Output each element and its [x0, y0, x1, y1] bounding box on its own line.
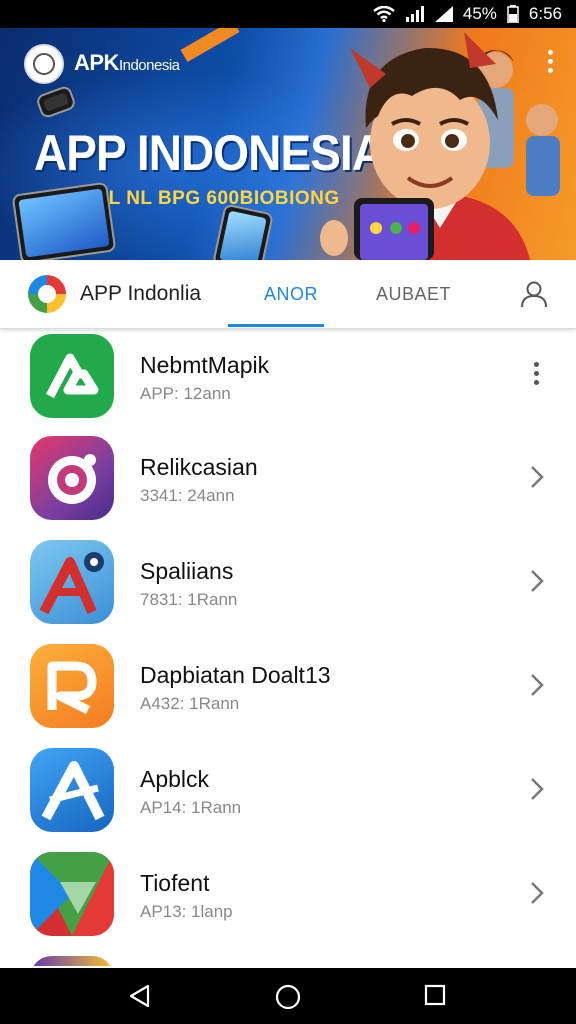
- home-icon[interactable]: [275, 984, 301, 1010]
- app-subtitle: 3341: 24ann: [140, 486, 235, 505]
- brand-logo-icon: [24, 44, 64, 84]
- status-bar: 45% 6:56: [0, 0, 576, 28]
- chevron-right-icon[interactable]: [528, 776, 546, 802]
- brand-name: APK: [74, 50, 119, 75]
- battery-percent: 45%: [462, 4, 497, 23]
- tab-bar: APP Indonlia ANOR AUBAET: [0, 260, 576, 329]
- list-item[interactable]: Tiofent AP13: 1lanp: [0, 850, 576, 954]
- cartoon-character-illustration: [320, 32, 560, 260]
- r-logo-icon: [30, 644, 114, 728]
- app-subtitle: APP: 12ann: [140, 384, 231, 403]
- app-title: Apblck: [140, 766, 210, 792]
- app-logo-icon: [28, 275, 66, 313]
- battery-icon: [507, 5, 519, 23]
- orange-stripe: [180, 28, 240, 63]
- app-title: Dapbiatan Doalt13: [140, 662, 331, 688]
- clock: 6:56: [528, 4, 562, 23]
- map-pin-a-icon: [30, 540, 114, 624]
- banner-brand: APKIndonesia: [74, 50, 180, 76]
- more-vert-icon[interactable]: [534, 362, 539, 389]
- phone-illustration: [11, 181, 117, 260]
- green-arrow-icon: [30, 334, 114, 418]
- app-title: Relikcasian: [140, 454, 258, 480]
- app-subtitle: A432: 1Rann: [140, 694, 240, 713]
- chevron-right-icon[interactable]: [528, 568, 546, 594]
- app-name: APP Indonlia: [80, 282, 202, 305]
- target-icon: [30, 436, 114, 520]
- app-title: NebmtMapik: [140, 352, 270, 378]
- play-triangle-icon: [30, 852, 114, 936]
- list-item-partial[interactable]: [0, 954, 576, 966]
- list-item[interactable]: Spaliians 7831: 1Rann: [0, 538, 576, 642]
- tab-aubaet[interactable]: AUBAET: [376, 284, 451, 305]
- system-nav-bar: [0, 968, 576, 1024]
- signal-icon-2: [434, 6, 453, 22]
- profile-icon[interactable]: [520, 280, 548, 308]
- blue-a-icon: [30, 748, 114, 832]
- app-title: Spaliians: [140, 558, 234, 584]
- app-subtitle: AP13: 1lanp: [140, 902, 233, 921]
- chevron-right-icon[interactable]: [528, 464, 546, 490]
- list-item[interactable]: Relikcasian 3341: 24ann: [0, 434, 576, 538]
- chevron-right-icon[interactable]: [528, 880, 546, 906]
- tab-anor[interactable]: ANOR: [264, 284, 318, 305]
- brand-suffix: Indonesia: [118, 57, 180, 74]
- app-title: Tiofent: [140, 870, 210, 896]
- signal-icon: [405, 6, 424, 22]
- back-icon[interactable]: [128, 984, 152, 1008]
- app-list: NebmtMapik APP: 12ann Relikcasian 3341: …: [0, 330, 576, 966]
- promo-banner[interactable]: APKIndonesia APP INDONESIA 7AFE L NL BPG…: [0, 28, 576, 260]
- recents-icon[interactable]: [424, 984, 446, 1006]
- app-subtitle: 7831: 1Rann: [140, 590, 238, 609]
- list-item[interactable]: Dapbiatan Doalt13 A432: 1Rann: [0, 642, 576, 746]
- partial-app-icon: [30, 956, 114, 966]
- list-item[interactable]: Apblck AP14: 1Rann: [0, 746, 576, 850]
- chevron-right-icon[interactable]: [528, 672, 546, 698]
- app-subtitle: AP14: 1Rann: [140, 798, 242, 817]
- list-item[interactable]: NebmtMapik APP: 12ann: [0, 332, 576, 436]
- wifi-icon: [373, 6, 395, 22]
- tab-indicator: [228, 324, 324, 327]
